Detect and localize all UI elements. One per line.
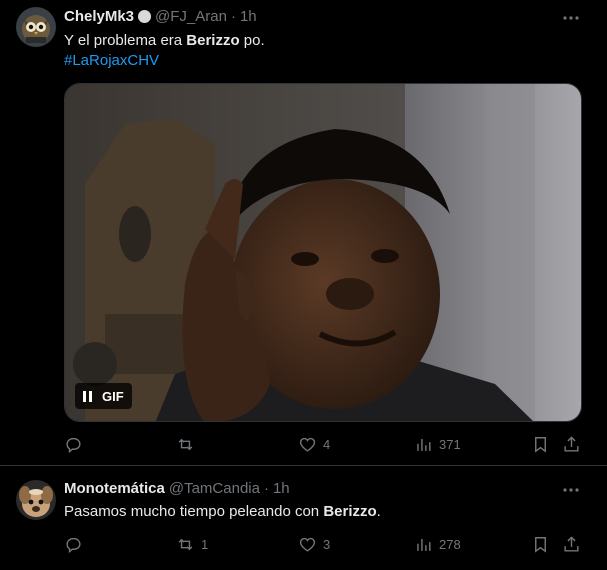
tweet-text-part: po. xyxy=(239,32,265,49)
timestamp[interactable]: 1h xyxy=(240,8,257,25)
action-bar: 1 3 278 xyxy=(64,534,584,554)
share-button[interactable] xyxy=(562,434,581,454)
gif-media[interactable]: GIF xyxy=(64,83,582,422)
retweet-icon xyxy=(178,538,193,550)
author-handle[interactable]: @FJ_Aran xyxy=(155,8,227,25)
author-handle[interactable]: @TamCandia xyxy=(169,480,260,497)
tweet-header: Monotemática @TamCandia · 1h xyxy=(64,480,290,497)
hashtag-link[interactable]: #LaRojaxCHV xyxy=(64,51,265,71)
bookmark-button[interactable] xyxy=(531,434,550,454)
tweet-text: Y el problema era Berizzo po. #LaRojaxCH… xyxy=(64,31,265,71)
share-icon xyxy=(564,435,579,452)
gif-controls[interactable]: GIF xyxy=(75,383,132,409)
gif-label: GIF xyxy=(102,388,124,404)
tweet[interactable]: ChelyMk3 @FJ_Aran · 1h Y el problema era… xyxy=(0,0,607,466)
tweet-text-part: Y el problema era xyxy=(64,32,187,49)
views-bar-chart-icon xyxy=(417,538,431,551)
view-count: 278 xyxy=(439,536,461,552)
like-count: 4 xyxy=(323,436,331,452)
views-button[interactable]: 371 xyxy=(414,434,461,454)
reply-button[interactable] xyxy=(64,434,89,454)
action-bar: 4 371 xyxy=(64,434,584,454)
verified-badge-icon[interactable] xyxy=(138,10,152,23)
retweet-button[interactable]: 1 xyxy=(176,534,208,554)
reply-button[interactable] xyxy=(64,534,89,554)
retweet-count: 1 xyxy=(201,536,209,552)
tweet-text-bold: Berizzo xyxy=(186,32,240,49)
reply-icon xyxy=(66,537,81,553)
tweet-text-part: Pasamos mucho tiempo peleando con xyxy=(64,503,324,520)
tweet-text-bold: Berizzo xyxy=(323,503,377,520)
bookmark-icon xyxy=(535,536,546,553)
share-icon xyxy=(564,535,579,552)
author-name[interactable]: ChelyMk3 xyxy=(64,8,134,25)
timestamp[interactable]: 1h xyxy=(273,480,290,497)
avatar[interactable] xyxy=(16,7,56,47)
share-button[interactable] xyxy=(562,534,581,554)
gif-image xyxy=(65,84,581,421)
more-options-button[interactable] xyxy=(561,8,581,28)
tweet-header: ChelyMk3 @FJ_Aran · 1h xyxy=(64,8,257,25)
views-button[interactable]: 278 xyxy=(414,534,461,554)
more-horizontal-icon xyxy=(563,488,579,492)
retweet-icon xyxy=(178,438,193,450)
more-options-button[interactable] xyxy=(561,480,581,500)
like-button[interactable]: 4 xyxy=(298,434,330,454)
views-bar-chart-icon xyxy=(417,438,431,451)
like-button[interactable]: 3 xyxy=(298,534,330,554)
bookmark-icon xyxy=(535,436,546,453)
avatar-owl-icon xyxy=(16,7,56,47)
tweet[interactable]: Monotemática @TamCandia · 1h Pasamos muc… xyxy=(0,466,607,570)
like-count: 3 xyxy=(323,536,331,552)
tweet-text-part: . xyxy=(376,503,381,520)
pause-icon[interactable] xyxy=(83,390,92,402)
more-horizontal-icon xyxy=(563,16,579,20)
reply-icon xyxy=(66,437,81,453)
separator-dot: · xyxy=(230,8,236,25)
bookmark-button[interactable] xyxy=(531,534,550,554)
heart-icon xyxy=(299,537,316,552)
retweet-button[interactable] xyxy=(176,434,201,454)
avatar-puppy-icon xyxy=(16,480,56,520)
view-count: 371 xyxy=(439,436,461,452)
avatar[interactable] xyxy=(16,480,56,520)
author-name[interactable]: Monotemática xyxy=(64,480,165,497)
heart-icon xyxy=(299,437,316,452)
tweet-text: Pasamos mucho tiempo peleando con Berizz… xyxy=(64,502,381,522)
separator-dot: · xyxy=(263,480,269,497)
